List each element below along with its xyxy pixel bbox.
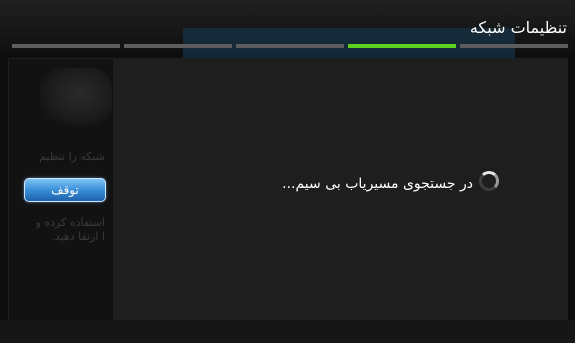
progress-step [460, 44, 568, 48]
stop-button[interactable]: توقف [24, 178, 106, 202]
progress-step-active [348, 44, 456, 48]
step-progress-bar [12, 44, 568, 48]
searching-dialog [113, 59, 568, 337]
bottom-bar [0, 320, 575, 343]
page-title: تنظیمات شبکه [469, 18, 567, 37]
progress-step [236, 44, 344, 48]
progress-step [124, 44, 232, 48]
progress-step [12, 44, 120, 48]
loading-spinner-icon [479, 171, 499, 191]
background-text-3: ا ارتقا دهید. [51, 230, 105, 243]
search-status-text: در جستجوی مسیریاب بی سیم... [282, 176, 473, 192]
network-icon [40, 68, 112, 126]
background-text-2: استفاده کرده و [35, 216, 105, 229]
background-text-1: شبکه را تنظیم [39, 150, 105, 163]
